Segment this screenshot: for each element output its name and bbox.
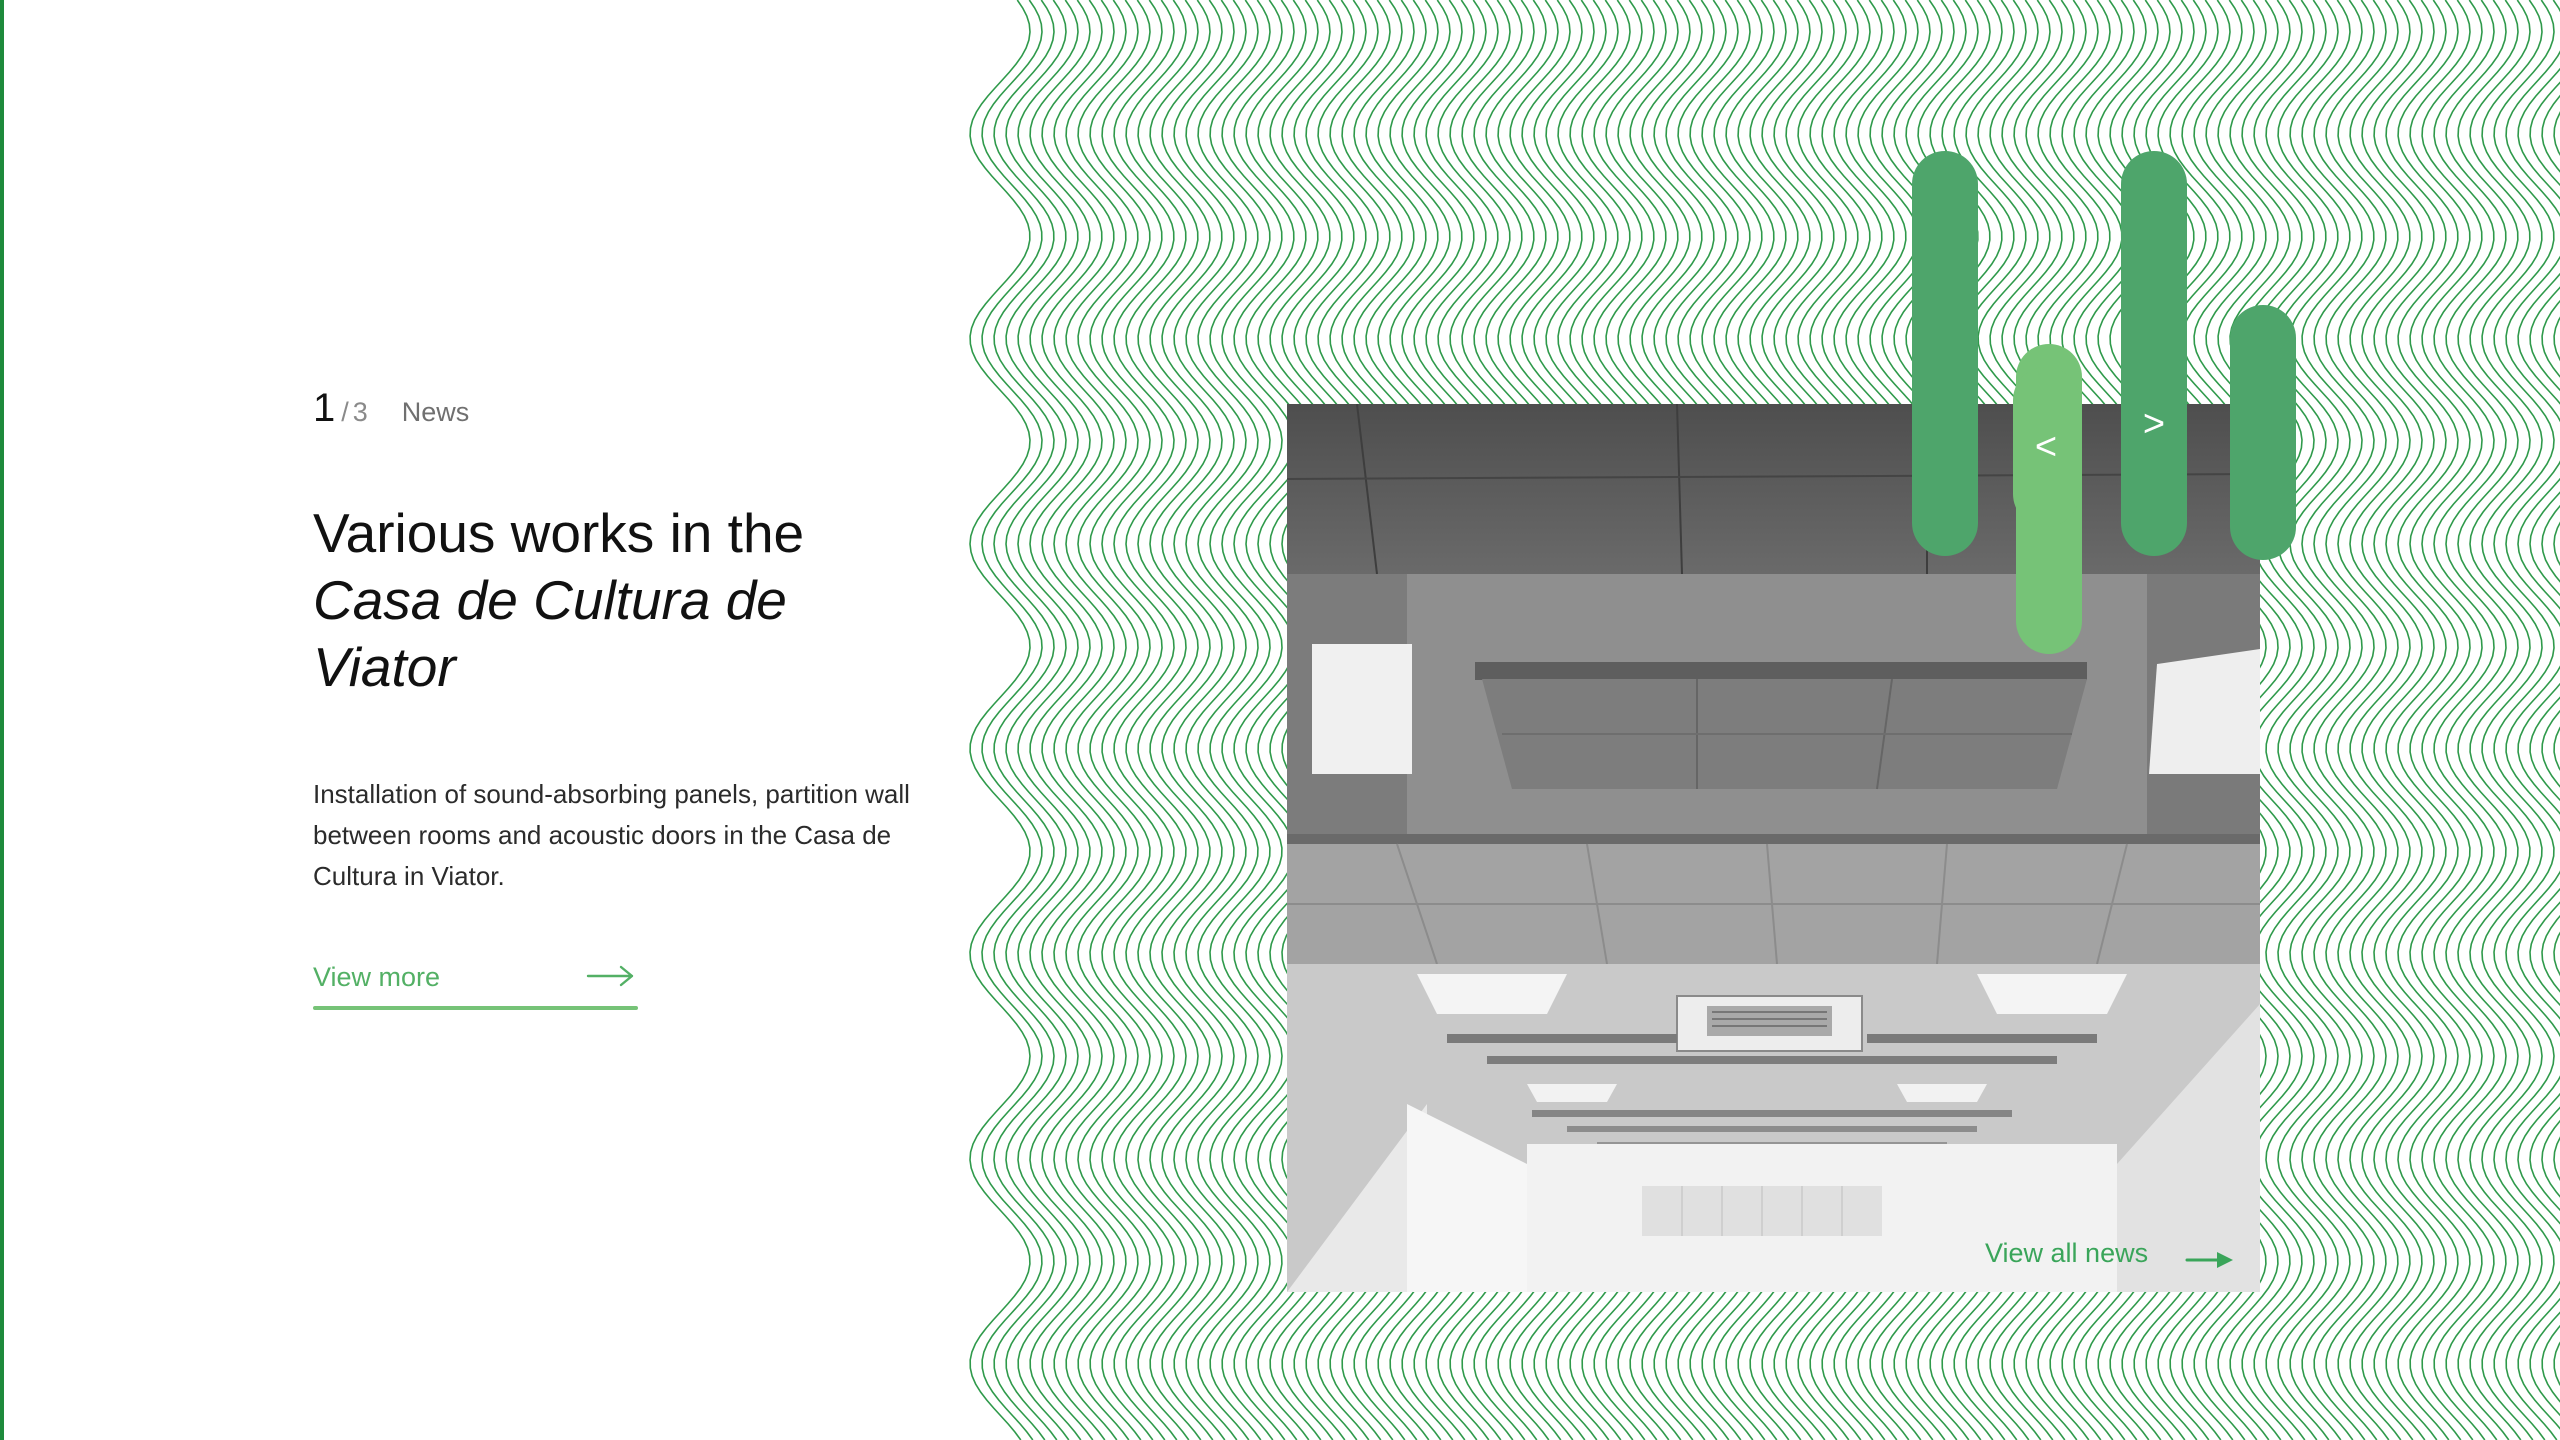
- slide-separator: /: [341, 397, 349, 427]
- view-more-underline: [313, 1006, 638, 1010]
- view-more-label: View more: [313, 962, 441, 992]
- article-description: Installation of sound-absorbing panels, …: [313, 779, 910, 891]
- wave-line: [2505, 0, 2560, 1440]
- wave-line: [2541, 94, 2560, 1403]
- decorative-bar: [1912, 151, 1978, 556]
- news-photo: [1287, 404, 2260, 1292]
- article-title-line2: Casa de Cultura de: [313, 569, 787, 631]
- view-all-news-label: View all news: [1985, 1238, 2149, 1268]
- wave-line: [2529, 81, 2560, 1417]
- article-title-line1: Various works in the: [313, 502, 805, 564]
- section-label: News: [401, 397, 470, 427]
- next-slide-button[interactable]: >: [2121, 151, 2187, 556]
- news-slider-section: 1 / 3 News Various works in the Casa de …: [0, 0, 2560, 1440]
- article-title: Various works in the Casa de Cultura de …: [313, 500, 933, 701]
- chevron-right-icon: >: [2142, 402, 2166, 445]
- slide-total: 3: [352, 397, 368, 427]
- wave-line: [969, 0, 1031, 1440]
- slide-current: 1: [313, 386, 336, 430]
- slide-counter: 1 / 3 News: [313, 388, 469, 428]
- view-all-news-link[interactable]: View all news: [1985, 1236, 2235, 1280]
- decorative-bar: [2230, 305, 2296, 560]
- chevron-left-icon: <: [2034, 426, 2058, 468]
- prev-slide-button[interactable]: <: [2013, 367, 2079, 527]
- ceiling-photo-illustration: [1287, 404, 2260, 1292]
- wave-line: [2553, 111, 2560, 1387]
- arrow-right-icon: [2185, 1252, 2233, 1268]
- article-title-line3: Viator: [313, 636, 456, 698]
- view-more-link[interactable]: View more: [313, 958, 638, 1010]
- arrow-right-icon: [586, 965, 634, 987]
